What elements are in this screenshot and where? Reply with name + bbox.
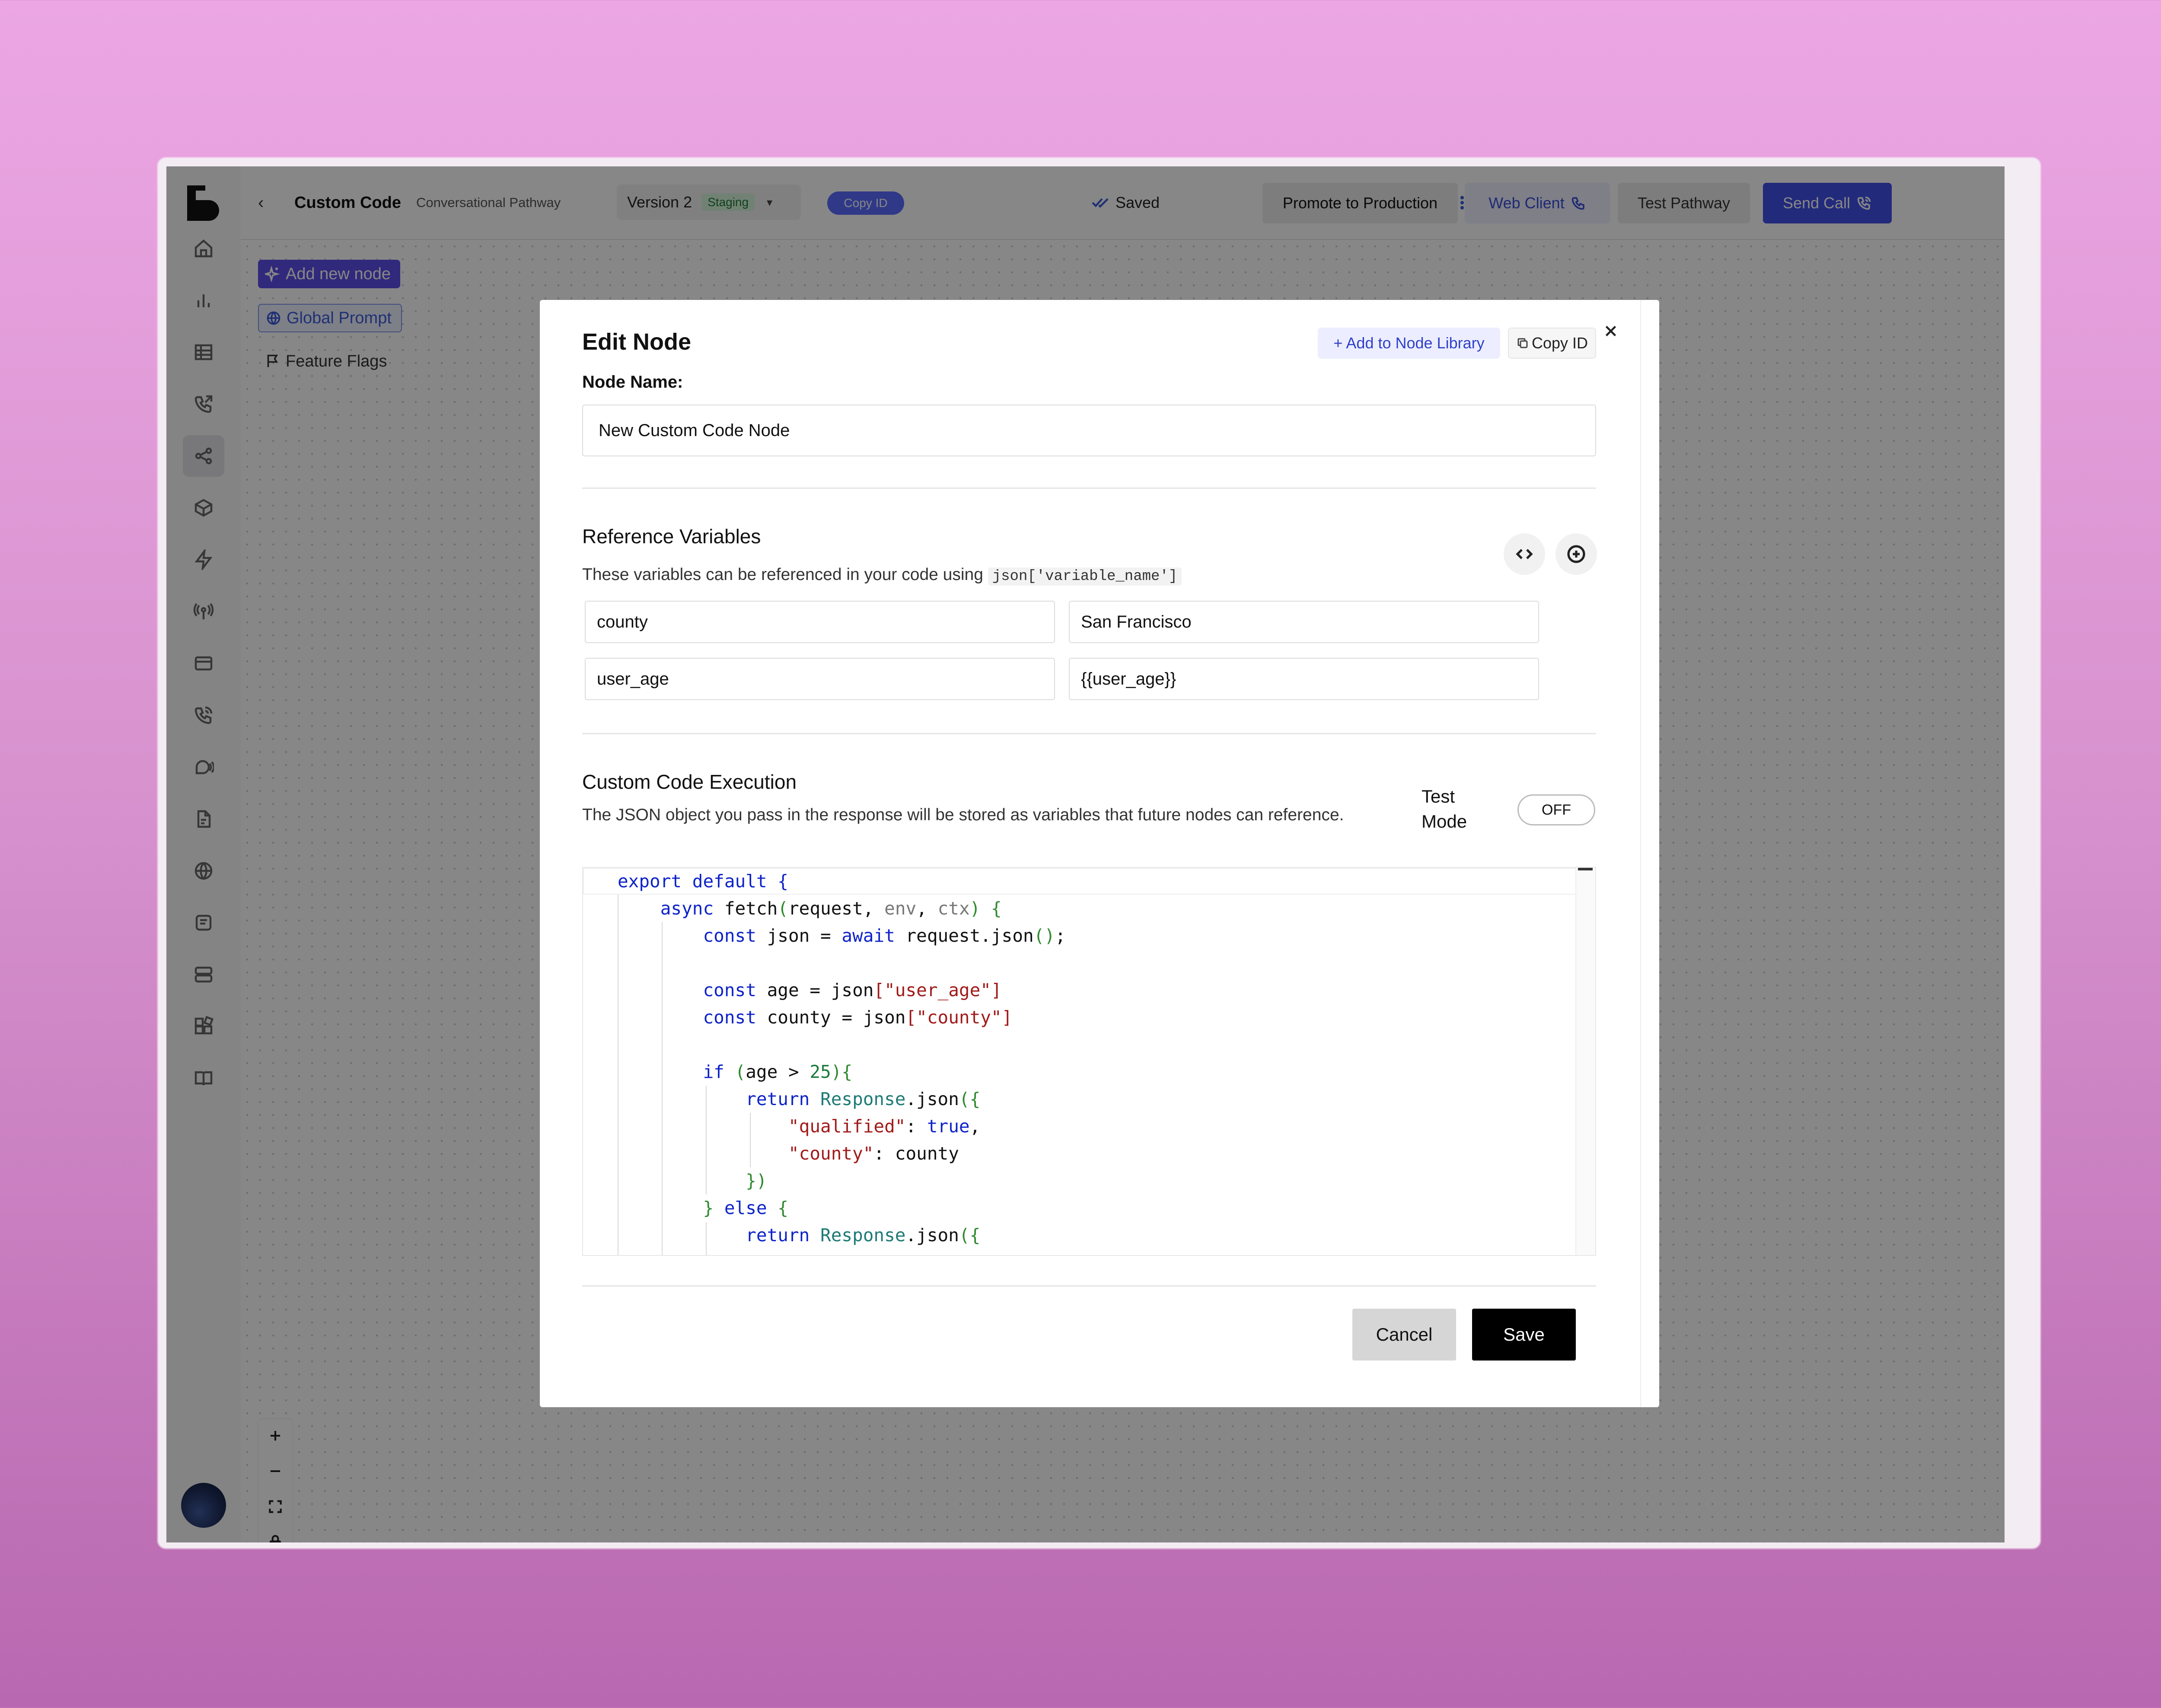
code-line: }) xyxy=(746,1170,767,1191)
modal-scrollbar[interactable] xyxy=(1640,300,1641,1407)
editor-scroll-thumb[interactable] xyxy=(1578,868,1593,870)
code-line: async fetch(request, env, ctx) { xyxy=(660,898,1002,919)
copy-icon xyxy=(1517,338,1528,348)
save-button[interactable]: Save xyxy=(1472,1309,1576,1361)
code-line: const json = await request.json(); xyxy=(703,925,1066,946)
code-view-icon[interactable] xyxy=(1504,533,1545,575)
code-line: return Response.json({ xyxy=(746,1225,981,1246)
copy-id-label: Copy ID xyxy=(1531,334,1588,352)
node-name-input[interactable] xyxy=(582,405,1596,456)
edit-node-modal: Edit Node + Add to Node Library Copy ID … xyxy=(540,300,1659,1407)
divider xyxy=(582,488,1596,489)
editor-scrollbar[interactable] xyxy=(1575,868,1595,1255)
reference-variables-description: These variables can be referenced in you… xyxy=(582,562,1182,590)
copy-id-button[interactable]: Copy ID xyxy=(1508,328,1596,359)
code-line: if (age > 25){ xyxy=(703,1061,853,1082)
divider xyxy=(582,733,1596,734)
custom-code-description: The JSON object you pass in the response… xyxy=(582,806,1344,824)
custom-code-title: Custom Code Execution xyxy=(582,771,797,793)
variable-value-input[interactable] xyxy=(1069,658,1539,700)
test-mode-toggle[interactable]: OFF xyxy=(1517,794,1595,825)
variable-key-input[interactable] xyxy=(585,601,1055,643)
variable-value-input[interactable] xyxy=(1069,601,1539,643)
code-line: export default { xyxy=(618,871,788,892)
code-line: "county": county xyxy=(788,1143,959,1164)
cancel-button[interactable]: Cancel xyxy=(1352,1309,1456,1361)
code-line: const county = json["county"] xyxy=(703,1007,1013,1028)
reference-variables-text: These variables can be referenced in you… xyxy=(582,565,983,584)
node-name-label: Node Name: xyxy=(582,373,683,392)
code-line: return Response.json({ xyxy=(746,1089,981,1109)
code-line: "qualified": true, xyxy=(788,1116,981,1137)
variable-syntax-code: json['variable_name'] xyxy=(988,567,1182,586)
close-icon[interactable] xyxy=(1599,319,1623,343)
code-line: const age = json["user_age"] xyxy=(703,980,1002,1001)
divider xyxy=(582,1285,1596,1287)
add-variable-icon[interactable] xyxy=(1555,533,1597,575)
reference-variables-title: Reference Variables xyxy=(582,525,761,548)
code-content: export default { async fetch(request, en… xyxy=(618,868,1066,1249)
modal-title: Edit Node xyxy=(582,329,691,355)
test-mode-label: Test Mode xyxy=(1422,786,1467,832)
code-line: } else { xyxy=(703,1198,788,1218)
add-to-node-library-button[interactable]: + Add to Node Library xyxy=(1318,328,1500,359)
variable-key-input[interactable] xyxy=(585,658,1055,700)
code-editor[interactable]: export default { async fetch(request, en… xyxy=(582,867,1596,1256)
